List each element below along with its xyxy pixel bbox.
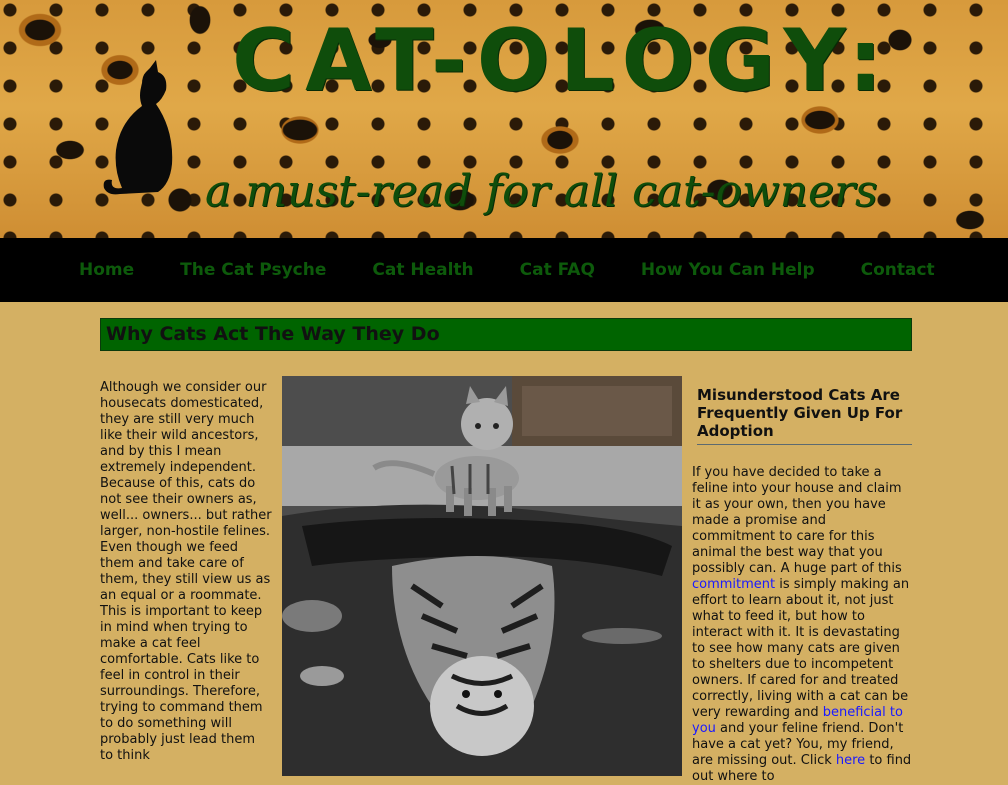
- sidebar-text: If you have decided to take a feline int…: [692, 465, 912, 785]
- nav-item-contact[interactable]: Contact: [861, 260, 935, 280]
- sidebar-text-segment: is simply making an effort to learn abou…: [692, 577, 910, 720]
- kitten-tiger-illustration: [282, 376, 682, 776]
- banner-title: CAT-OLOGY:: [232, 11, 893, 111]
- site-banner: CAT-OLOGY: a must-read for all cat-owner…: [0, 0, 1008, 238]
- kitten-tiger-reflection-image: [282, 376, 682, 776]
- sidebar-text-segment: If you have decided to take a feline int…: [692, 465, 902, 576]
- main-article: Although we consider our housecats domes…: [100, 380, 272, 764]
- page-title: Why Cats Act The Way They Do: [100, 318, 912, 351]
- sidebar-heading: Misunderstood Cats Are Frequently Given …: [697, 386, 912, 445]
- article-paragraph: Although we consider our housecats domes…: [100, 380, 272, 539]
- commitment-link[interactable]: commitment: [692, 577, 775, 592]
- nav-item-how-you-can-help[interactable]: How You Can Help: [641, 260, 815, 280]
- banner-tagline: a must-read for all cat-owners: [205, 166, 878, 217]
- nav-item-cat-health[interactable]: Cat Health: [372, 260, 473, 280]
- main-nav: Home The Cat Psyche Cat Health Cat FAQ H…: [0, 238, 1008, 302]
- nav-item-cat-psyche[interactable]: The Cat Psyche: [180, 260, 326, 280]
- here-link[interactable]: here: [836, 753, 865, 768]
- nav-item-home[interactable]: Home: [79, 260, 134, 280]
- cat-silhouette-icon: [103, 60, 173, 195]
- article-paragraph: Even though we feed them and take care o…: [100, 540, 271, 763]
- nav-item-cat-faq[interactable]: Cat FAQ: [520, 260, 595, 280]
- sidebar: Misunderstood Cats Are Frequently Given …: [692, 386, 912, 785]
